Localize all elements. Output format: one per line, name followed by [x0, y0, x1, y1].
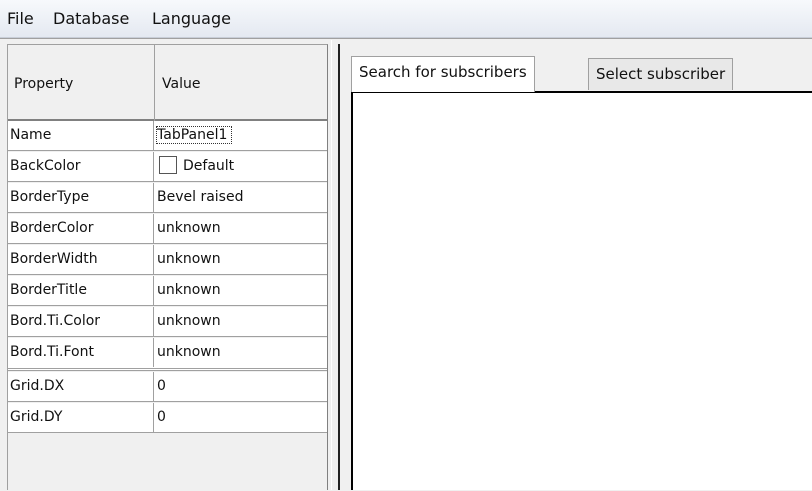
property-row-backcolor[interactable]: BackColor Default: [8, 152, 327, 182]
property-value[interactable]: Bevel raised: [155, 183, 327, 212]
property-value[interactable]: unknown: [155, 276, 327, 305]
property-row-griddy[interactable]: Grid.DY 0: [8, 403, 327, 433]
tab-panel: Search for subscribers Select subscriber: [343, 40, 812, 490]
property-row-bordtitlecolor[interactable]: Bord.Ti.Color unknown: [8, 307, 327, 337]
property-row-borderwidth[interactable]: BorderWidth unknown: [8, 245, 327, 275]
property-row-griddx[interactable]: Grid.DX 0: [8, 372, 327, 402]
property-row-name[interactable]: Name TabPanel1: [8, 121, 327, 151]
tab-content-area: [351, 91, 812, 490]
property-grid-empty-area: [8, 451, 327, 491]
property-name: BorderTitle: [8, 276, 154, 305]
property-value[interactable]: unknown: [155, 338, 327, 367]
property-value[interactable]: unknown: [155, 245, 327, 274]
property-name: BorderColor: [8, 214, 154, 243]
property-name: Grid.DY: [8, 403, 154, 432]
property-row-bordertitle[interactable]: BorderTitle unknown: [8, 276, 327, 306]
property-value[interactable]: unknown: [155, 214, 327, 243]
property-value[interactable]: 0: [155, 403, 327, 432]
tab-search-subscribers[interactable]: Search for subscribers: [351, 56, 535, 92]
menu-file[interactable]: File: [7, 9, 34, 28]
property-grid-header: Property Value: [8, 45, 327, 121]
property-name: Bord.Ti.Color: [8, 307, 154, 336]
tab-select-subscriber[interactable]: Select subscriber: [588, 58, 734, 90]
menu-separator: [0, 38, 812, 39]
panel-splitter[interactable]: [331, 40, 343, 490]
menu-bar: File Database Language: [0, 0, 812, 38]
property-name: Grid.DX: [8, 372, 154, 401]
property-value-field[interactable]: TabPanel1: [155, 121, 327, 150]
menu-language[interactable]: Language: [152, 9, 231, 28]
property-name: Bord.Ti.Font: [8, 338, 154, 367]
property-name: BackColor: [8, 152, 154, 181]
property-value: TabPanel1: [155, 126, 233, 144]
property-row-bordertype[interactable]: BorderType Bevel raised: [8, 183, 327, 213]
property-value[interactable]: 0: [155, 372, 327, 401]
splitter-edge: [338, 44, 340, 490]
property-name: Name: [8, 121, 154, 150]
property-row-bordercolor[interactable]: BorderColor unknown: [8, 214, 327, 244]
menu-database[interactable]: Database: [53, 9, 129, 28]
header-divider[interactable]: [154, 45, 155, 121]
header-value: Value: [162, 76, 201, 92]
property-value: Default: [183, 158, 235, 174]
property-value[interactable]: unknown: [155, 307, 327, 336]
property-name: BorderWidth: [8, 245, 154, 274]
property-grid: Property Value Name TabPanel1 BackColor …: [7, 44, 328, 491]
property-name: BorderType: [8, 183, 154, 212]
header-property: Property: [14, 76, 74, 92]
property-value-field[interactable]: Default: [155, 152, 327, 181]
color-swatch-icon: [159, 155, 177, 174]
property-row-bordtitlefont[interactable]: Bord.Ti.Font unknown: [8, 338, 327, 371]
